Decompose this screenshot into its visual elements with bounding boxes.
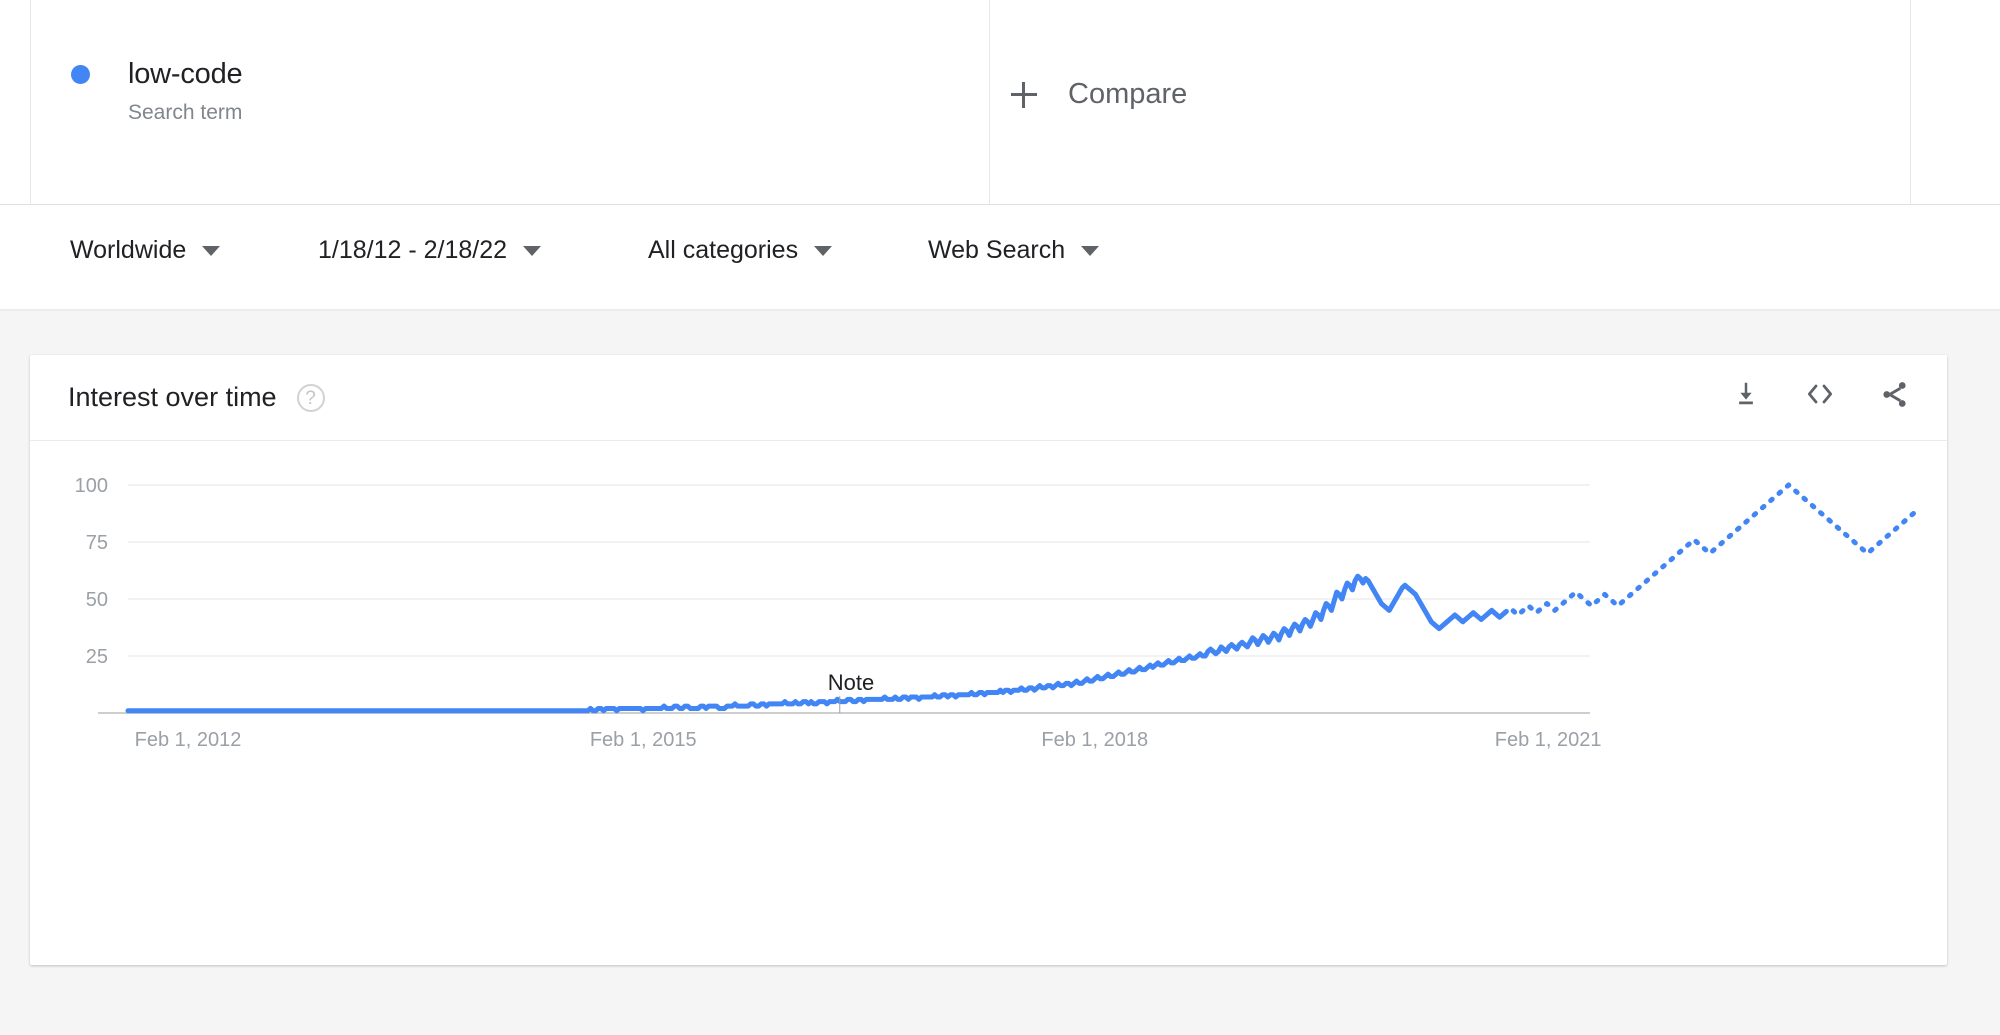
- add-comparison-button[interactable]: Compare: [1011, 78, 1187, 111]
- page-title: Interest over time: [68, 382, 277, 412]
- chevron-down-icon: [814, 245, 833, 256]
- y-axis-tick: 100: [75, 475, 108, 497]
- interest-over-time-chart[interactable]: 255075100 Feb 1, 2012 Feb 1, 2015 Feb 1, 2…: [30, 440, 1947, 964]
- search-property-filter[interactable]: Web Search: [928, 236, 1100, 265]
- x-axis-tick: Feb 1, 2021: [1495, 729, 1602, 751]
- chart-note-annotation: Note: [828, 670, 874, 695]
- card-title-wrap: Interest over time ?: [68, 382, 325, 413]
- y-axis-tick: 75: [86, 532, 108, 554]
- code-brackets-icon[interactable]: [1803, 377, 1837, 411]
- region-filter-label: Worldwide: [70, 236, 187, 264]
- time-range-filter-label: 1/18/12 - 2/18/22: [318, 236, 508, 264]
- search-term-row: low-code: [71, 58, 243, 91]
- search-term-name: low-code: [128, 58, 243, 90]
- question-mark-icon[interactable]: ?: [296, 383, 325, 412]
- y-axis-tick: 25: [86, 646, 108, 668]
- chart-line-series: [125, 573, 1508, 714]
- interest-over-time-card: Interest over time ? 25 50 75 100 Feb 1,…: [30, 355, 1947, 965]
- chart-area[interactable]: 25 50 75 100 Feb 1, 2012 Feb 1, 2015 Feb 1, 2…: [30, 440, 1947, 964]
- series-color-dot: [71, 65, 90, 84]
- download-icon[interactable]: [1729, 377, 1763, 411]
- chevron-down-icon: [202, 245, 221, 256]
- chart-gridlines: [128, 484, 1590, 657]
- compare-panel: Compare: [991, 0, 1911, 204]
- plus-icon: [1011, 81, 1037, 108]
- search-term-content: low-code Search term: [71, 58, 243, 125]
- card-actions: [1729, 377, 1911, 411]
- search-term-header: low-code Search term Compare: [0, 0, 2000, 205]
- chart-line-series-partial: [1502, 482, 1923, 618]
- page-body: Interest over time ? 25 50 75 100 Feb 1,…: [0, 311, 2000, 1035]
- y-axis-tick: 50: [86, 589, 108, 611]
- filter-bar: Worldwide 1/18/12 - 2/18/22 All categori…: [0, 205, 2000, 311]
- x-axis-tick: Feb 1, 2015: [590, 729, 697, 751]
- chevron-down-icon: [1081, 245, 1100, 256]
- share-icon[interactable]: [1877, 377, 1911, 411]
- region-filter[interactable]: Worldwide: [70, 236, 221, 265]
- chart-y-axis-labels: 25 50 75 100: [75, 475, 108, 668]
- chart-annotations: Note: [828, 670, 874, 713]
- chevron-down-icon: [523, 245, 542, 256]
- search-property-filter-label: Web Search: [928, 236, 1066, 264]
- card-header: Interest over time ?: [30, 355, 1947, 441]
- category-filter[interactable]: All categories: [648, 236, 833, 265]
- compare-label: Compare: [1068, 78, 1188, 110]
- x-axis-tick: Feb 1, 2018: [1041, 729, 1148, 751]
- time-range-filter[interactable]: 1/18/12 - 2/18/22: [318, 236, 542, 265]
- search-term-card[interactable]: low-code Search term: [30, 0, 990, 204]
- x-axis-tick: Feb 1, 2012: [135, 729, 242, 751]
- search-term-subtitle: Search term: [128, 101, 243, 124]
- category-filter-label: All categories: [648, 236, 799, 264]
- chart-x-axis-labels: Feb 1, 2012 Feb 1, 2015 Feb 1, 2018 Feb 1, …: [135, 729, 1602, 751]
